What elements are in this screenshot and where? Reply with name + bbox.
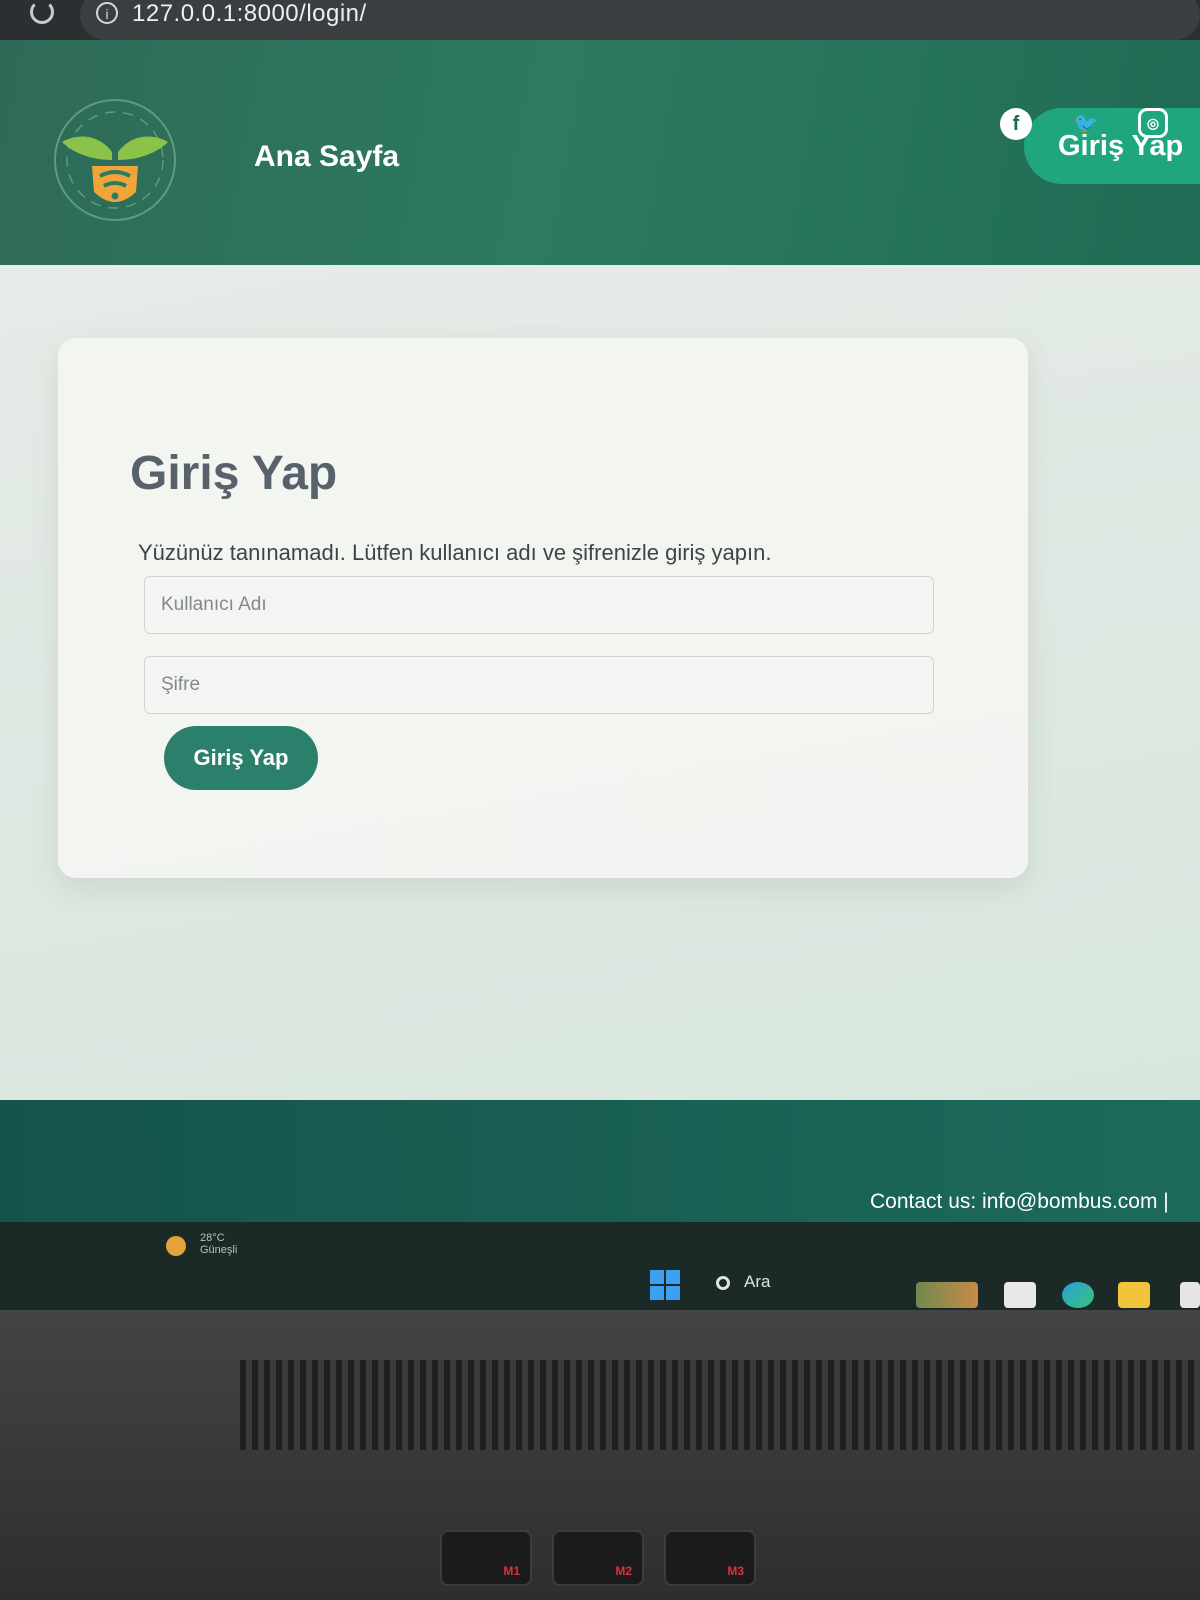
key-m2: M2 <box>552 1530 644 1586</box>
nav-home-link[interactable]: Ana Sayfa <box>254 140 399 174</box>
windows-taskbar: 28°C Güneşli Ara <box>0 1222 1200 1310</box>
face-recognition-error-message: Yüzünüz tanınamadı. Lütfen kullanıcı adı… <box>138 540 772 565</box>
laptop-body: M1 M2 M3 <box>0 1310 1200 1600</box>
facebook-icon[interactable]: f <box>1000 108 1032 140</box>
login-card: Giriş Yap Yüzünüz tanınamadı. Lütfen kul… <box>58 338 1028 878</box>
windows-start-icon[interactable] <box>650 1270 680 1300</box>
username-field[interactable] <box>144 576 934 634</box>
folder-icon[interactable] <box>1118 1282 1150 1308</box>
address-bar[interactable]: i 127.0.0.1:8000/login/ <box>80 0 1200 40</box>
browser-toolbar: i 127.0.0.1:8000/login/ <box>0 0 1200 40</box>
header-login-button[interactable]: Giriş Yap <box>1024 108 1200 184</box>
widgets-icon[interactable] <box>916 1282 978 1308</box>
site-info-icon[interactable]: i <box>96 2 118 24</box>
url-text[interactable]: 127.0.0.1:8000/login/ <box>132 0 367 28</box>
app-header: Ana Sayfa Giriş Yap <box>0 40 1200 265</box>
login-submit-button[interactable]: Giriş Yap <box>164 726 318 790</box>
login-title: Giriş Yap <box>130 447 338 500</box>
twitter-icon[interactable]: 🐦 <box>1070 108 1102 140</box>
reload-icon[interactable] <box>30 0 54 24</box>
weather-description: Güneşli <box>200 1244 238 1256</box>
taskbar-app-icon[interactable] <box>1180 1282 1200 1308</box>
key-m1: M1 <box>440 1530 532 1586</box>
key-m3: M3 <box>664 1530 756 1586</box>
edge-browser-icon[interactable] <box>1062 1282 1094 1308</box>
search-icon[interactable] <box>716 1276 730 1290</box>
app-footer: Contact us: info@bombus.com | <box>0 1100 1200 1240</box>
taskbar-search-label[interactable]: Ara <box>744 1272 770 1292</box>
contact-email[interactable]: Contact us: info@bombus.com | <box>870 1190 1169 1214</box>
weather-temperature: 28°C <box>200 1232 225 1244</box>
bee-shield-leaf-logo-icon[interactable] <box>50 90 180 225</box>
laptop-screen: i 127.0.0.1:8000/login/ Ana Sayfa Giriş … <box>0 0 1200 1310</box>
password-field[interactable] <box>144 656 934 714</box>
file-explorer-icon[interactable] <box>1004 1282 1036 1308</box>
instagram-icon[interactable]: ◎ <box>1138 108 1168 138</box>
laptop-vent <box>240 1360 1200 1450</box>
sun-icon <box>166 1236 186 1256</box>
